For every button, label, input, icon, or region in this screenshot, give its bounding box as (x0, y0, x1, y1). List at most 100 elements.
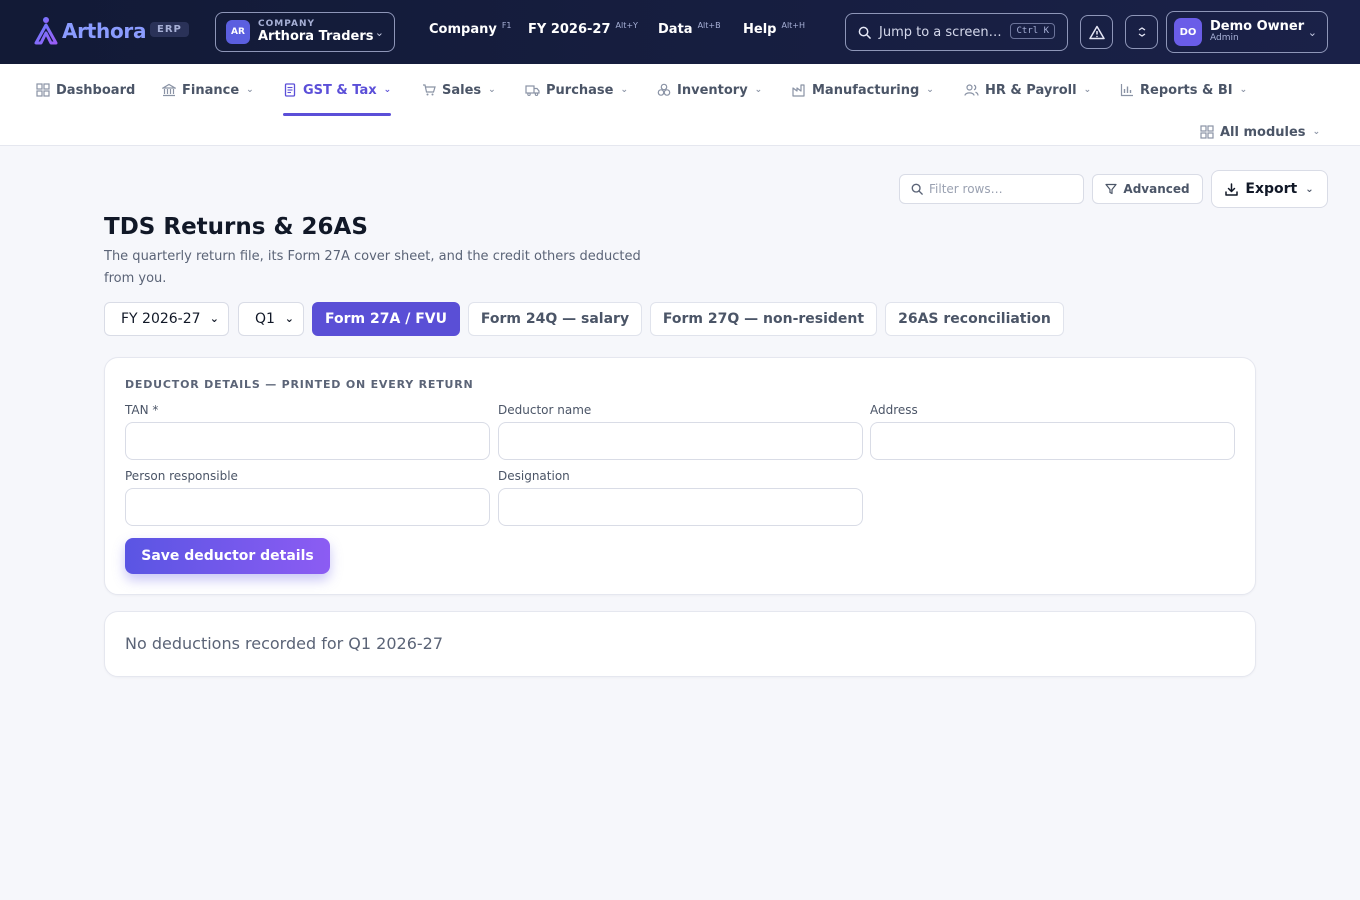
tab-form-24q[interactable]: Form 24Q — salary (468, 302, 642, 336)
document-icon (284, 83, 296, 97)
collapse-icon (1138, 27, 1145, 37)
tan-label: TAN * (125, 403, 159, 417)
menu-label: Help (743, 22, 777, 37)
top-bar: Arthora ERP AR COMPANY Arthora Traders ⌄… (0, 0, 1360, 64)
designation-label: Designation (498, 469, 570, 483)
search-icon (858, 26, 871, 39)
user-name: Demo Owner (1210, 18, 1305, 34)
module-nav: Dashboard Finance ⌄ GST & Tax ⌄ Sales ⌄ … (0, 64, 1360, 146)
filter-icon (1105, 183, 1118, 195)
cart-icon (423, 84, 436, 96)
nav-manufacturing[interactable]: Manufacturing ⌄ (792, 76, 934, 104)
nav-purchase[interactable]: Purchase ⌄ (525, 76, 628, 104)
menu-company[interactable]: Company F1 (429, 21, 512, 37)
person-responsible-field[interactable] (125, 488, 490, 526)
chevron-down-icon: ⌄ (926, 85, 934, 95)
menu-label: Company (429, 22, 497, 37)
address-label: Address (870, 403, 918, 417)
search-icon (911, 183, 923, 195)
nav-label: GST & Tax (303, 82, 377, 98)
nav-label: Dashboard (56, 82, 136, 98)
export-label: Export (1245, 181, 1298, 197)
menu-shortcut: F1 (501, 21, 512, 30)
fiscal-year-select[interactable]: FY 2026-27 ⌄ (104, 302, 229, 336)
nav-label: Manufacturing (812, 82, 920, 98)
export-button[interactable]: Export ⌄ (1211, 170, 1328, 208)
arthora-logo-icon (34, 17, 58, 45)
avatar: DO (1174, 18, 1202, 46)
menu-shortcut: Alt+Y (615, 21, 638, 30)
bank-icon (162, 83, 176, 97)
nav-label: Finance (182, 82, 240, 98)
deductions-card: No deductions recorded for Q1 2026-27 (104, 611, 1256, 677)
chevron-down-icon: ⌄ (754, 85, 763, 95)
grid-icon (1200, 125, 1214, 139)
filter-rows-input[interactable] (929, 182, 1069, 196)
nav-label: Inventory (677, 82, 748, 98)
jump-search[interactable]: Jump to a screen… Ctrl K (845, 13, 1068, 51)
tab-form-27a[interactable]: Form 27A / FVU (312, 302, 460, 336)
user-menu[interactable]: DO Demo Owner Admin ⌄ (1166, 11, 1328, 53)
truck-icon (525, 85, 540, 97)
menu-label: FY 2026-27 (528, 22, 611, 37)
jump-search-shortcut: Ctrl K (1010, 23, 1055, 39)
empty-state-message: No deductions recorded for Q1 2026-27 (125, 634, 443, 653)
deductor-section-heading: DEDUCTOR DETAILS — PRINTED ON EVERY RETU… (125, 378, 474, 391)
nav-inventory[interactable]: Inventory ⌄ (657, 76, 762, 104)
company-switcher[interactable]: AR COMPANY Arthora Traders ⌄ (215, 12, 395, 52)
chevron-down-icon: ⌄ (246, 85, 254, 95)
address-field[interactable] (870, 422, 1235, 460)
menu-help[interactable]: Help Alt+H (743, 21, 806, 37)
tab-form-27q[interactable]: Form 27Q — non-resident (650, 302, 877, 336)
nav-label: Reports & BI (1140, 82, 1233, 98)
chevron-down-icon: ⌄ (374, 26, 384, 39)
nav-gst-tax[interactable]: GST & Tax ⌄ (283, 76, 392, 116)
deductor-name-label: Deductor name (498, 403, 592, 417)
nav-label: Sales (442, 82, 482, 98)
nav-sales[interactable]: Sales ⌄ (422, 76, 496, 104)
designation-field[interactable] (498, 488, 863, 526)
nav-label: HR & Payroll (985, 82, 1077, 98)
nav-finance[interactable]: Finance ⌄ (162, 76, 254, 104)
company-avatar: AR (226, 20, 250, 44)
company-name: Arthora Traders (258, 28, 374, 44)
chevron-down-icon: ⌄ (488, 85, 496, 95)
nav-all-modules[interactable]: All modules ⌄ (1200, 118, 1320, 146)
theme-toggle-button[interactable] (1125, 15, 1158, 49)
menu-data[interactable]: Data Alt+B (658, 21, 721, 37)
fiscal-year-value: FY 2026-27 (121, 311, 201, 327)
tan-field[interactable] (125, 422, 490, 460)
deductor-details-card: DEDUCTOR DETAILS — PRINTED ON EVERY RETU… (104, 357, 1256, 595)
chevron-down-icon: ⌄ (1307, 26, 1317, 39)
quarter-select[interactable]: Q1 ⌄ (238, 302, 304, 336)
page-title: TDS Returns & 26AS (104, 214, 368, 240)
chevron-down-icon: ⌄ (1239, 85, 1248, 95)
menu-shortcut: Alt+H (781, 21, 806, 30)
page-description: The quarterly return file, its Form 27A … (104, 249, 641, 286)
factory-icon (792, 84, 805, 97)
filter-rows-field[interactable] (899, 174, 1084, 204)
advanced-filter-button[interactable]: Advanced (1092, 174, 1203, 204)
nav-label: Purchase (546, 82, 614, 98)
download-icon (1225, 182, 1239, 196)
jump-search-placeholder: Jump to a screen… (879, 24, 1002, 40)
menu-label: Data (658, 22, 693, 37)
users-icon (964, 84, 979, 96)
erp-badge: ERP (150, 22, 189, 37)
nav-label: All modules (1220, 124, 1306, 140)
chevron-down-icon: ⌄ (1312, 127, 1321, 137)
menu-fiscal-year[interactable]: FY 2026-27 Alt+Y (528, 21, 638, 37)
nav-hr-payroll[interactable]: HR & Payroll ⌄ (964, 76, 1091, 104)
nav-dashboard[interactable]: Dashboard (36, 76, 135, 104)
chevron-down-icon: ⌄ (1083, 85, 1092, 95)
chevron-down-icon: ⌄ (284, 312, 294, 325)
chevron-down-icon: ⌄ (1305, 183, 1314, 195)
deductor-name-field[interactable] (498, 422, 863, 460)
nav-reports-bi[interactable]: Reports & BI ⌄ (1120, 76, 1247, 104)
user-role: Admin (1210, 33, 1239, 44)
alerts-button[interactable] (1080, 15, 1113, 49)
chevron-down-icon: ⌄ (620, 85, 629, 95)
app-logo[interactable]: Arthora (32, 16, 146, 46)
tab-26as-reconciliation[interactable]: 26AS reconciliation (885, 302, 1064, 336)
save-deductor-button[interactable]: Save deductor details (125, 538, 330, 574)
